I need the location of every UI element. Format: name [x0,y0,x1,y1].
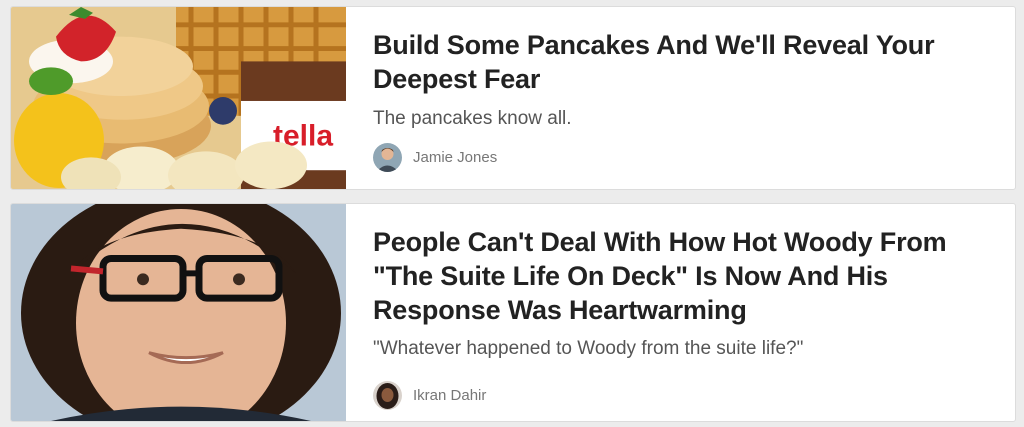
article-content: Build Some Pancakes And We'll Reveal You… [346,7,1015,189]
article-content: People Can't Deal With How Hot Woody Fro… [346,204,1015,421]
article-title[interactable]: Build Some Pancakes And We'll Reveal You… [373,28,995,96]
article-thumbnail-pancakes[interactable]: tella [11,7,346,189]
author-name[interactable]: Jamie Jones [413,149,497,166]
article-description: "Whatever happened to Woody from the sui… [373,338,804,359]
article-card[interactable]: tella Build Some Pancakes And We'll Reve… [10,6,1016,190]
article-byline[interactable]: Ikran Dahir [373,381,995,410]
article-byline[interactable]: Jamie Jones [373,143,995,172]
author-avatar[interactable] [373,143,402,172]
author-name[interactable]: Ikran Dahir [413,387,486,404]
article-title[interactable]: People Can't Deal With How Hot Woody Fro… [373,225,995,327]
article-description: The pancakes know all. [373,108,572,129]
author-avatar[interactable] [373,381,402,410]
article-feed: tella Build Some Pancakes And We'll Reve… [0,0,1024,427]
article-card[interactable]: People Can't Deal With How Hot Woody Fro… [10,203,1016,422]
article-thumbnail-woody[interactable] [11,204,346,421]
